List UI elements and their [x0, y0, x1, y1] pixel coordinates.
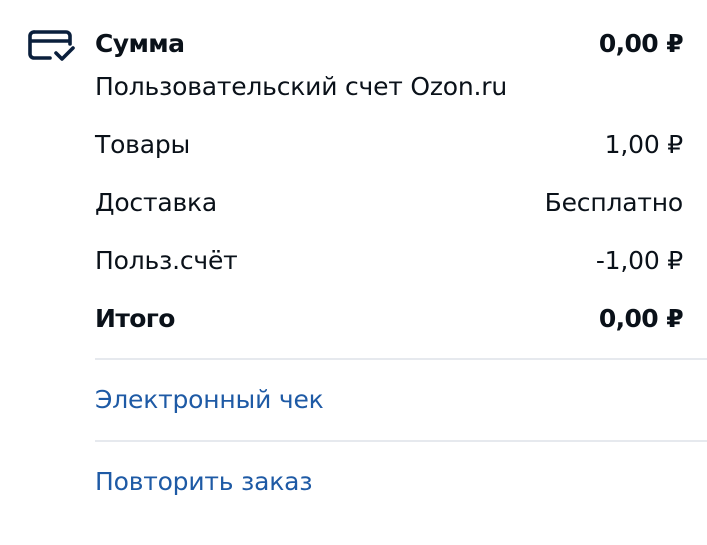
line-items-goods: Товары 1,00 ₽ — [95, 130, 683, 160]
electronic-receipt-link[interactable]: Электронный чек — [95, 385, 324, 415]
summary-title: Сумма — [95, 29, 185, 58]
line-value: 1,00 ₽ — [604, 130, 684, 159]
total-row: Итого 0,00 ₽ — [95, 304, 684, 334]
line-label: Доставка — [95, 188, 218, 217]
line-items-account: Польз.счёт -1,00 ₽ — [95, 246, 683, 276]
card-check-icon — [28, 30, 75, 61]
summary-row: Сумма 0,00 ₽ — [95, 29, 684, 59]
divider — [95, 358, 707, 360]
summary-total: 0,00 ₽ — [598, 29, 684, 58]
divider — [95, 440, 707, 442]
line-value: -1,00 ₽ — [595, 246, 683, 275]
repeat-order-link[interactable]: Повторить заказ — [95, 467, 313, 497]
line-value: Бесплатно — [544, 188, 684, 217]
total-label: Итого — [95, 304, 175, 333]
order-summary: Сумма 0,00 ₽ Пользовательский счет Ozon.… — [0, 0, 707, 545]
total-value: 0,00 ₽ — [598, 304, 684, 333]
payment-method: Пользовательский счет Ozon.ru — [95, 72, 508, 101]
line-label: Товары — [95, 130, 191, 159]
line-label: Польз.счёт — [95, 246, 238, 275]
line-items-delivery: Доставка Бесплатно — [95, 188, 683, 218]
